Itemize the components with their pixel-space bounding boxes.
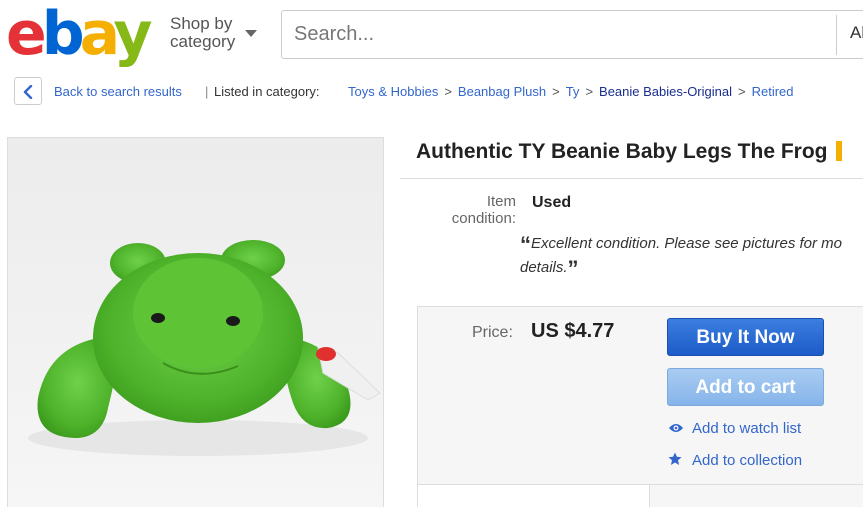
title-badge-fragment (835, 141, 842, 161)
breadcrumb-separator: > (444, 84, 452, 99)
item-condition-label-line1: Item (486, 193, 516, 210)
breadcrumb-divider: | (205, 84, 209, 99)
chevron-left-icon (23, 85, 33, 99)
logo-letter-b: b (41, 0, 85, 69)
breadcrumb-separator: > (552, 84, 560, 99)
listed-in-label: Listed in category: (214, 84, 320, 99)
breadcrumb-item-beanie-babies-original[interactable]: Beanie Babies-Original (599, 84, 732, 99)
breadcrumb-item-ty[interactable]: Ty (566, 84, 580, 99)
add-to-collection-link[interactable]: Add to collection (668, 452, 802, 470)
search-input[interactable] (294, 11, 834, 58)
breadcrumb-item-beanbag-plush[interactable]: Beanbag Plush (458, 84, 546, 99)
shop-by-line1: Shop by (170, 14, 233, 33)
breadcrumb-separator: > (585, 84, 594, 99)
search-box: Al (281, 10, 863, 59)
product-image-panel[interactable] (7, 137, 384, 507)
breadcrumb: Toys & Hobbies > Beanbag Plush > Ty > Beanie B… (348, 84, 794, 99)
logo-letter-a: a (79, 0, 119, 69)
search-category-select[interactable]: Al (850, 23, 863, 43)
search-divider (836, 15, 837, 55)
site-header: ebay Shop by category Al (0, 0, 863, 72)
breadcrumb-item-toys-hobbies[interactable]: Toys & Hobbies (348, 84, 438, 99)
seller-condition-note: “Excellent condition. Please see picture… (520, 232, 863, 280)
back-button[interactable] (14, 77, 42, 105)
add-to-watch-list-link[interactable]: Add to watch list (668, 420, 801, 438)
buy-it-now-button[interactable]: Buy It Now (667, 318, 824, 356)
chevron-down-icon[interactable] (245, 30, 257, 37)
collection-label: Add to collection (692, 452, 803, 469)
logo-letter-e: e (6, 0, 47, 69)
item-condition-label-line2: condition: (451, 210, 516, 227)
condition-note-line2: details. (520, 259, 568, 276)
price-value: US $4.77 (531, 320, 615, 342)
breadcrumb-item-retired[interactable]: Retired (752, 84, 794, 99)
shop-by-category-button[interactable]: Shop by category (170, 15, 235, 51)
item-condition-value: Used (532, 194, 572, 211)
eye-icon (668, 421, 684, 438)
breadcrumb-bar: Back to search results | Listed in categ… (0, 74, 863, 108)
product-title-text: Authentic TY Beanie Baby Legs The Frog (416, 140, 828, 163)
shop-by-line2: category (170, 32, 236, 51)
price-label: Price: (472, 324, 513, 341)
watch-list-label: Add to watch list (692, 420, 802, 437)
title-divider (400, 178, 863, 179)
buy-box-lower-cell (418, 485, 650, 507)
product-title: Authentic TY Beanie Baby Legs The Frog (416, 140, 842, 164)
star-icon (668, 452, 684, 470)
breadcrumb-separator: > (738, 84, 746, 99)
close-quote-icon: ” (567, 256, 579, 281)
back-to-search-link[interactable]: Back to search results (54, 84, 182, 99)
item-condition-label: Item condition: (430, 193, 516, 227)
product-photo-frog (28, 240, 381, 456)
ebay-logo[interactable]: ebay (6, 0, 152, 69)
condition-note-line1: Excellent condition. Please see pictures… (531, 235, 842, 252)
open-quote-icon: “ (520, 232, 531, 257)
logo-letter-y: y (113, 0, 152, 69)
add-to-cart-button[interactable]: Add to cart (667, 368, 824, 406)
